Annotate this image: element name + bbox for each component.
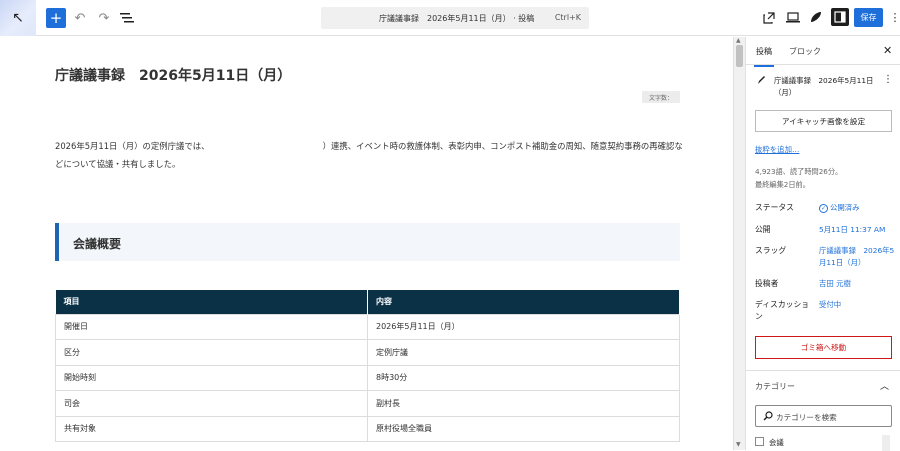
view-post-icon[interactable] [762,11,775,24]
published-check-icon: ✓ [819,204,828,213]
status-label: ステータス [755,203,794,212]
more-options-icon[interactable]: ⋮ [890,9,900,25]
category-scrollbar[interactable] [882,435,890,451]
category-search-placeholder: カテゴリーを検索 [776,413,837,422]
scrollbar-thumb[interactable] [736,45,743,67]
category-checkbox[interactable] [755,437,764,446]
sidebar-post-title: 庁議議事録 2026年5月11日（月） [774,76,874,97]
table-cell: 8時30分 [367,364,680,391]
intro-paragraph[interactable]: 2026年5月11日（月）の定例庁議では、 ）連携、イベント時の救護体制、表彰内… [55,137,685,173]
slug-label: スラッグ [755,246,787,255]
author-link[interactable]: 吉田 元樹 [819,278,897,290]
post-stats: 4,923語、読了時間26分。 最終編集2日前。 [755,165,842,191]
save-button[interactable]: 保存 [854,8,883,27]
top-toolbar: ↖ + ↶ ↷ 庁議議事録 2026年5月11日（月） · 投稿 Ctrl+K … [0,0,900,36]
table-cell: 開始時刻 [55,364,368,391]
last-edited: 最終編集2日前。 [755,180,810,189]
undo-icon[interactable]: ↶ [72,8,88,28]
table-row: 区分 定例庁議 [55,339,680,366]
table-cell: 開催日 [55,313,368,340]
publish-label: 公開 [755,225,771,234]
device-preview-icon[interactable] [786,11,800,24]
scroll-down-icon[interactable]: ▼ [736,441,741,448]
publish-date-link[interactable]: 5月11日 11:37 AM [819,224,897,236]
editor-scrollbar[interactable]: ▲ ▼ [733,37,745,450]
search-icon [763,411,773,421]
list-view-icon[interactable] [120,11,134,25]
add-excerpt-link[interactable]: 抜粋を追加… [755,144,799,155]
category-panel: カテゴリー ︿ カテゴリーを検索 会議 [746,370,900,451]
styles-icon[interactable] [808,9,824,25]
tab-post[interactable]: 投稿 [754,46,774,67]
post-actions-icon[interactable]: ⋮ [883,74,893,85]
redo-icon[interactable]: ↷ [96,8,112,28]
category-search-input[interactable]: カテゴリーを検索 [755,405,892,427]
table-header: 内容 [367,290,680,314]
table-cell: 定例庁議 [367,339,680,366]
status-value[interactable]: ✓ 公開済み [819,202,897,214]
table-cell: 司会 [55,390,368,417]
slug-link[interactable]: 庁議議事録 2026年5月11日（月） [819,245,897,269]
sidebar-tabs: 投稿 ブロック ✕ [746,37,900,67]
back-arrow-icon[interactable]: ↖ [0,0,36,36]
shortcut-hint: Ctrl+K [554,13,581,22]
document-title-text: 庁議議事録 2026年5月11日（月） · 投稿 [379,14,535,23]
section-heading: 会議概要 [73,237,122,251]
status-text: 公開済み [830,203,860,212]
close-icon[interactable]: ✕ [883,44,892,57]
word-count-badge: 文字数： [642,91,680,103]
chevron-up-icon[interactable]: ︿ [880,379,889,392]
table-cell: 原村役場全職員 [367,415,680,442]
table-row: 共有対象 原村役場全職員 [55,415,680,442]
table-row: 開始時刻 8時30分 [55,364,680,391]
category-item-label: 会議 [769,438,784,447]
settings-sidebar: 投稿 ブロック ✕ 庁議議事録 2026年5月11日（月） ⋮ アイキャッチ画像… [745,37,900,451]
table-header-row: 項目 内容 [55,290,680,314]
settings-panel-icon[interactable] [831,8,849,26]
author-label: 投稿者 [755,279,779,288]
command-palette-bar[interactable]: 庁議議事録 2026年5月11日（月） · 投稿 Ctrl+K [321,7,589,29]
meeting-overview-table[interactable]: 項目 内容 開催日 2026年5月11日（月） 区分 定例庁議 開始時刻 8時30分 … [55,290,680,442]
table-row: 司会 副村長 [55,390,680,417]
set-featured-image-button[interactable]: アイキャッチ画像を設定 [755,110,892,132]
table-header: 項目 [55,290,368,314]
section-heading-block[interactable]: 会議概要 [55,223,680,261]
discussion-label: ディスカッション [755,300,810,321]
editor-canvas: 庁議議事録 2026年5月11日（月） 文字数： 2026年5月11日（月）の定… [0,37,733,450]
add-block-button[interactable]: + [46,8,66,28]
category-panel-title[interactable]: カテゴリー [755,381,795,392]
word-stats: 4,923語、読了時間26分。 [755,167,843,176]
discussion-link[interactable]: 受付中 [819,299,897,311]
post-title[interactable]: 庁議議事録 2026年5月11日（月） [55,65,291,85]
table-cell: 2026年5月11日（月） [367,313,680,340]
pen-icon [757,75,766,85]
table-row: 開催日 2026年5月11日（月） [55,313,680,340]
table-cell: 共有対象 [55,415,368,442]
table-cell: 副村長 [367,390,680,417]
move-to-trash-button[interactable]: ゴミ箱へ移動 [755,336,892,359]
table-cell: 区分 [55,339,368,366]
scroll-up-icon[interactable]: ▲ [736,37,741,44]
tab-block[interactable]: ブロック [789,46,821,57]
